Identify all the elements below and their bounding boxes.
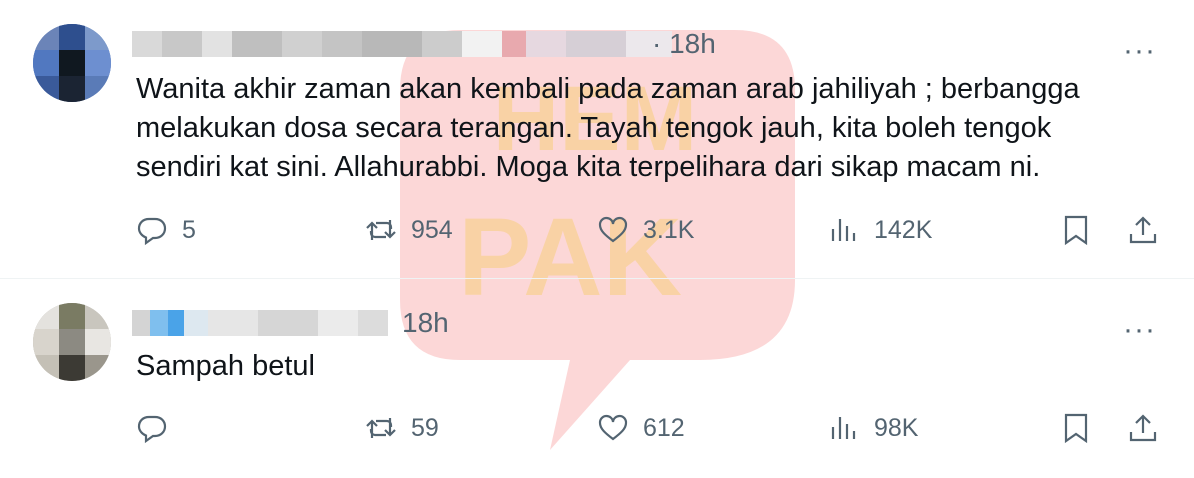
views-icon	[831, 219, 856, 241]
repost-icon	[366, 418, 396, 438]
repost-button[interactable]: 59	[365, 412, 439, 444]
tweet-text-line: Wanita akhir zaman akan kembali pada zam…	[136, 73, 1080, 105]
reply-count: 5	[182, 215, 196, 244]
repost-button[interactable]: 954	[365, 214, 453, 246]
bookmark-icon	[1064, 413, 1088, 444]
bookmark-button[interactable]	[1060, 412, 1092, 444]
author-name-redacted[interactable]	[132, 310, 388, 336]
timestamp[interactable]: 18h	[402, 307, 449, 339]
share-button[interactable]	[1127, 214, 1159, 246]
tweet-text-line: Sampah betul	[136, 350, 315, 382]
bookmark-button[interactable]	[1060, 214, 1092, 246]
views-count: 142K	[874, 215, 933, 244]
tweet-text-line: melakukan dosa secara terangan. Tayah te…	[136, 112, 1052, 144]
tweet-text-line: sendiri kat sini. Allahurabbi. Moga kita…	[136, 151, 1041, 183]
share-button[interactable]	[1127, 412, 1159, 444]
tweet-1[interactable]: · 18h ··· Wanita akhir zaman akan kembal…	[0, 0, 1194, 279]
tweet-text: Wanita akhir zaman akan kembali pada zam…	[136, 70, 1080, 187]
reply-icon	[137, 217, 167, 246]
timestamp[interactable]: · 18h	[652, 28, 716, 60]
repost-count: 954	[411, 215, 453, 244]
more-icon[interactable]: ···	[1123, 315, 1156, 345]
repost-icon	[366, 220, 396, 240]
action-bar: 59 612 98K	[0, 412, 1194, 452]
avatar[interactable]	[33, 24, 111, 102]
share-icon	[1129, 216, 1157, 244]
more-icon[interactable]: ···	[1123, 36, 1156, 66]
views-icon	[831, 417, 856, 439]
like-count: 3.1K	[643, 215, 695, 244]
like-icon	[598, 414, 628, 441]
repost-count: 59	[411, 413, 439, 442]
reply-button[interactable]	[136, 412, 182, 444]
like-count: 612	[643, 413, 685, 442]
views-count: 98K	[874, 413, 919, 442]
views-button[interactable]: 142K	[828, 214, 932, 246]
author-name-redacted[interactable]	[132, 31, 672, 57]
like-icon	[598, 216, 628, 243]
views-button[interactable]: 98K	[828, 412, 918, 444]
tweet-text: Sampah betul	[136, 347, 315, 386]
tweet-2[interactable]: 18h ··· Sampah betul 59 612 98K	[0, 279, 1194, 478]
share-icon	[1129, 414, 1157, 442]
reply-button[interactable]: 5	[136, 214, 196, 246]
bookmark-icon	[1064, 215, 1088, 246]
like-button[interactable]: 612	[597, 412, 685, 444]
like-button[interactable]: 3.1K	[597, 214, 694, 246]
action-bar: 5 954 3.1K 142K	[0, 214, 1194, 254]
avatar[interactable]	[33, 303, 111, 381]
reply-icon	[137, 415, 167, 444]
